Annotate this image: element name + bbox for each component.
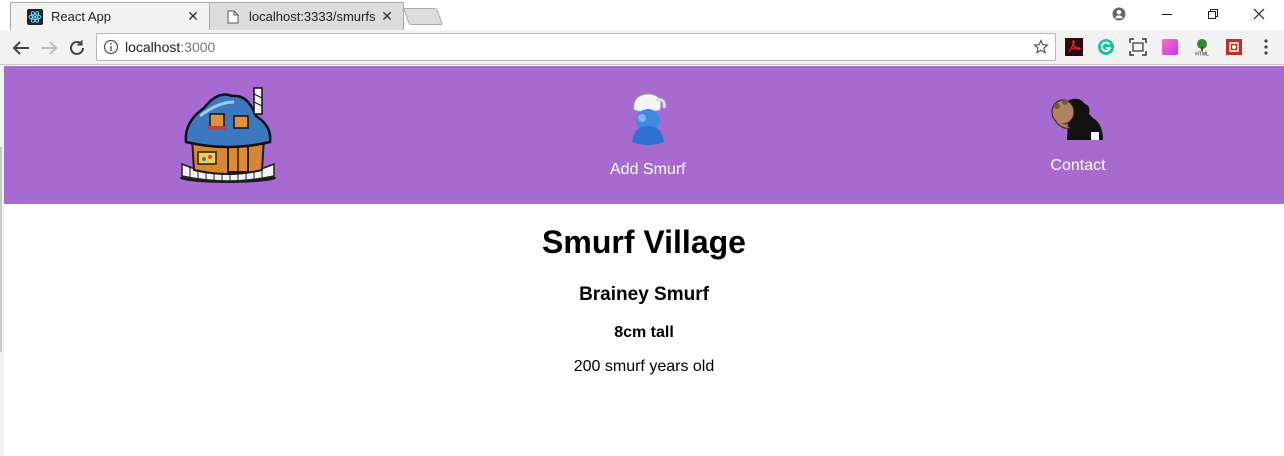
browser-toolbar: localhost:3000 HTML bbox=[0, 30, 1284, 65]
smurf-icon bbox=[620, 90, 676, 155]
tab-title: localhost:3333/smurfs bbox=[249, 9, 376, 24]
html-tree-icon[interactable]: HTML bbox=[1193, 38, 1211, 56]
profile-icon[interactable] bbox=[1096, 0, 1142, 28]
nav-contact[interactable]: Contact bbox=[1047, 94, 1109, 175]
info-icon[interactable] bbox=[103, 39, 119, 55]
minimize-button[interactable] bbox=[1144, 0, 1190, 28]
menu-icon[interactable] bbox=[1257, 38, 1275, 56]
tab-title: React App bbox=[51, 9, 111, 24]
url-port: :3000 bbox=[180, 39, 216, 55]
url-host: localhost bbox=[125, 39, 181, 55]
smurf-name: Brainey Smurf bbox=[579, 284, 709, 305]
forward-button[interactable] bbox=[38, 37, 60, 59]
new-tab-button[interactable] bbox=[402, 8, 444, 25]
tab-react-app[interactable]: React App ✕ bbox=[10, 2, 210, 30]
grammarly-icon[interactable] bbox=[1097, 38, 1115, 56]
top-navbar: Add Smurf Contact bbox=[4, 66, 1284, 204]
contact-smurf-icon bbox=[1047, 94, 1109, 151]
color-picker-icon[interactable] bbox=[1161, 38, 1179, 56]
reload-button[interactable] bbox=[66, 37, 88, 59]
smurf-height: 8cm tall bbox=[614, 324, 674, 341]
address-bar[interactable]: localhost:3000 bbox=[96, 33, 1056, 61]
svg-text:HTML: HTML bbox=[1195, 52, 1209, 57]
bookmark-star-icon[interactable] bbox=[1033, 39, 1049, 58]
page-title: Smurf Village bbox=[542, 224, 746, 260]
smurf-age: 200 smurf years old bbox=[573, 358, 715, 375]
tab-smurfs-api[interactable]: localhost:3333/smurfs ✕ bbox=[208, 2, 404, 30]
nav-contact-label[interactable]: Contact bbox=[1050, 157, 1105, 175]
page-viewport: Add Smurf Contact Smurf Village Brainey … bbox=[0, 65, 1284, 456]
tab-strip: React App ✕ localhost:3333/smurfs ✕ bbox=[0, 0, 1284, 30]
close-window-button[interactable] bbox=[1236, 0, 1282, 28]
nav-add-smurf-label[interactable]: Add Smurf bbox=[610, 161, 686, 179]
nav-home[interactable] bbox=[178, 86, 278, 189]
react-icon bbox=[27, 8, 43, 25]
back-button[interactable] bbox=[10, 37, 32, 59]
screenshot-icon[interactable] bbox=[1129, 38, 1147, 56]
pdf-extension-icon[interactable] bbox=[1065, 38, 1083, 56]
restore-button[interactable] bbox=[1190, 0, 1236, 28]
close-tab-icon[interactable]: ✕ bbox=[379, 8, 395, 25]
nav-add-smurf[interactable]: Add Smurf bbox=[610, 90, 686, 179]
smurf-house-icon bbox=[178, 86, 278, 189]
close-tab-icon[interactable]: ✕ bbox=[185, 8, 201, 25]
page-icon bbox=[225, 9, 241, 25]
puzzle-extension-icon[interactable] bbox=[1225, 38, 1243, 56]
